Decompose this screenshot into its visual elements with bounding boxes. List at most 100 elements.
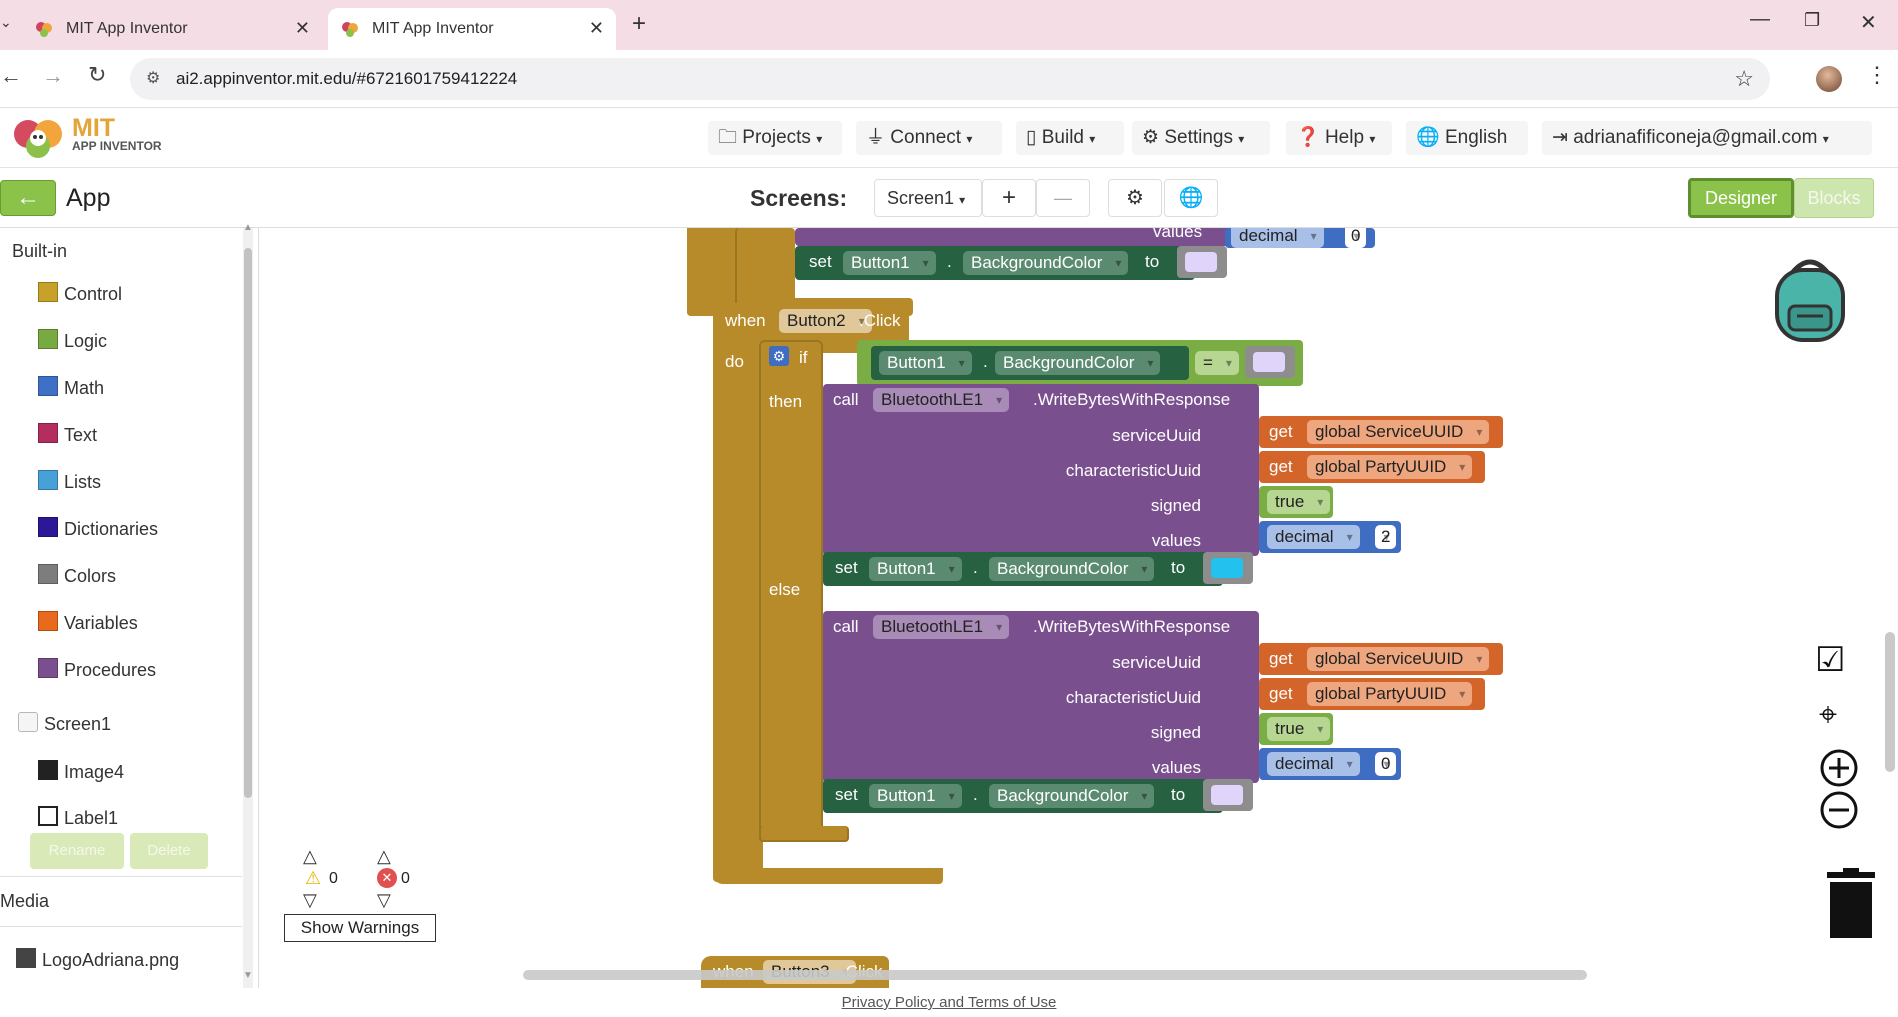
palette-category-procedures[interactable]: Procedures <box>38 658 156 684</box>
property-dropdown[interactable]: BackgroundColor <box>963 251 1129 275</box>
build-menu[interactable]: ▯ Build ▾ <box>1016 121 1124 155</box>
decimal-dropdown[interactable]: decimal <box>1267 525 1360 549</box>
get-variable-block[interactable]: get global PartyUUID <box>1259 678 1485 710</box>
media-item[interactable]: LogoAdriana.png <box>16 948 179 974</box>
minimize-icon[interactable]: — <box>1750 8 1770 31</box>
delete-button[interactable]: Delete <box>130 833 208 869</box>
math-decimal-block[interactable]: decimal 0 <box>1225 228 1375 248</box>
variable-dropdown[interactable]: global PartyUUID <box>1307 682 1473 706</box>
color-block[interactable] <box>1203 552 1253 584</box>
decimal-dropdown[interactable]: decimal <box>1231 228 1324 248</box>
button2-dropdown[interactable]: Button2 <box>779 309 872 333</box>
palette-category-logic[interactable]: Logic <box>38 329 107 355</box>
color-swatch-cyan[interactable] <box>1211 558 1243 578</box>
property-dropdown[interactable]: BackgroundColor <box>989 784 1155 808</box>
projects-menu[interactable]: 🗀 Projects ▾ <box>708 121 842 155</box>
language-menu[interactable]: 🌐 English ▾ <box>1406 121 1528 180</box>
color-swatch-white[interactable] <box>1211 785 1243 805</box>
close-window-icon[interactable]: ✕ <box>1860 10 1877 35</box>
help-menu[interactable]: ❓ Help ▾ <box>1286 121 1392 155</box>
url-field[interactable]: ⚙ ai2.appinventor.mit.edu/#6721601759412… <box>130 58 1770 100</box>
component-dropdown[interactable]: Button1 <box>869 557 962 581</box>
get-variable-block[interactable]: get global ServiceUUID <box>1259 643 1503 675</box>
back-icon[interactable]: ← <box>0 63 22 89</box>
color-block[interactable] <box>1203 779 1253 811</box>
get-variable-block[interactable]: get global ServiceUUID <box>1259 416 1503 448</box>
scroll-up-arrow-icon[interactable]: ▲ <box>243 222 253 233</box>
number-field[interactable]: 0 <box>1375 752 1397 776</box>
close-tab-icon[interactable]: ✕ <box>295 18 310 39</box>
palette-category-dictionaries[interactable]: Dictionaries <box>38 517 158 543</box>
set-background-block[interactable]: set Button1 . BackgroundColor to <box>795 246 1195 280</box>
remove-screen-button[interactable]: — <box>1036 179 1090 217</box>
tree-item-image4[interactable]: Image4 <box>38 760 124 786</box>
next-error-arrow-icon[interactable]: ▽ <box>377 890 391 911</box>
tab-list-chevron-icon[interactable]: ⌄ <box>0 14 12 31</box>
variable-dropdown[interactable]: global PartyUUID <box>1307 455 1473 479</box>
designer-button[interactable]: Designer <box>1688 178 1794 218</box>
restore-icon[interactable]: ❐ <box>1804 10 1820 31</box>
app-inventor-logo-icon[interactable] <box>10 112 68 162</box>
rename-button[interactable]: Rename <box>30 833 124 869</box>
logic-true-block[interactable]: true <box>1259 486 1333 518</box>
trash-can-icon[interactable] <box>1825 868 1877 940</box>
palette-category-text[interactable]: Text <box>38 423 97 449</box>
tree-item-screen1[interactable]: Screen1 <box>18 712 111 738</box>
ble-component-dropdown[interactable]: BluetoothLE1 <box>873 388 1010 412</box>
palette-category-variables[interactable]: Variables <box>38 611 138 637</box>
component-dropdown[interactable]: Button1 <box>879 351 972 375</box>
tree-item-label1[interactable]: Label1 <box>38 806 118 828</box>
if-block[interactable]: ⚙ if then else <box>759 340 823 840</box>
property-dropdown[interactable]: BackgroundColor <box>989 557 1155 581</box>
color-block[interactable] <box>1245 346 1295 378</box>
recenter-target-icon[interactable]: ⌖ <box>1819 696 1837 734</box>
zoom-in-icon[interactable] <box>1819 748 1859 788</box>
close-tab-icon[interactable]: ✕ <box>589 18 604 39</box>
variable-dropdown[interactable]: global ServiceUUID <box>1307 647 1490 671</box>
browser-tab-1[interactable]: MIT App Inventor ✕ <box>22 8 322 50</box>
decimal-dropdown[interactable]: decimal <box>1267 752 1360 776</box>
ble-component-dropdown[interactable]: BluetoothLE1 <box>873 615 1010 639</box>
previous-warning-arrow-icon[interactable]: △ <box>303 846 317 867</box>
blocks-button[interactable]: Blocks <box>1794 178 1874 218</box>
bookmark-star-icon[interactable]: ☆ <box>1734 58 1754 100</box>
color-swatch-white[interactable] <box>1253 352 1285 372</box>
number-field[interactable]: 2 <box>1375 525 1397 549</box>
back-to-projects-button[interactable]: ← <box>0 180 56 216</box>
previous-error-arrow-icon[interactable]: △ <box>377 846 391 867</box>
browser-tab-2-active[interactable]: MIT App Inventor ✕ <box>328 8 616 50</box>
add-screen-button[interactable]: + <box>982 179 1036 217</box>
new-tab-icon[interactable]: + <box>632 10 646 38</box>
preview-globe-button[interactable]: 🌐 <box>1164 179 1218 217</box>
color-swatch-white[interactable] <box>1185 252 1217 272</box>
forward-icon[interactable]: → <box>42 63 64 89</box>
variable-dropdown[interactable]: global ServiceUUID <box>1307 420 1490 444</box>
boolean-dropdown[interactable]: true <box>1267 717 1331 741</box>
privacy-policy-link[interactable]: Privacy Policy and Terms of Use <box>842 994 1057 1011</box>
palette-category-colors[interactable]: Colors <box>38 564 116 590</box>
call-write-bytes-block-else[interactable]: call BluetoothLE1 .WriteBytesWithRespons… <box>823 611 1259 783</box>
project-properties-button[interactable]: ⚙ <box>1108 179 1162 217</box>
math-decimal-block[interactable]: decimal 2 <box>1259 521 1401 553</box>
workspace-vertical-scrollbar[interactable] <box>1885 632 1895 772</box>
scroll-down-arrow-icon[interactable]: ▼ <box>243 970 253 981</box>
palette-scroll-thumb[interactable] <box>244 248 252 798</box>
math-decimal-block[interactable]: decimal 0 <box>1259 748 1401 780</box>
color-block[interactable] <box>1177 246 1227 278</box>
screen-selector[interactable]: Screen1 ▾ <box>874 179 982 217</box>
browser-menu-icon[interactable]: ⋮ <box>1866 62 1888 88</box>
palette-scrollbar[interactable]: ▲ ▼ <box>243 222 253 988</box>
profile-avatar[interactable] <box>1816 66 1842 92</box>
next-warning-arrow-icon[interactable]: ▽ <box>303 890 317 911</box>
get-variable-block[interactable]: get global PartyUUID <box>1259 451 1485 483</box>
cleanup-checkbox-icon[interactable]: ☑ <box>1815 640 1845 680</box>
blocks-workspace[interactable]: values decimal 0 set Button1 . Backgroun… <box>258 228 1898 988</box>
workspace-horizontal-scrollbar[interactable] <box>523 970 1587 980</box>
palette-category-control[interactable]: Control <box>38 282 122 308</box>
zoom-out-icon[interactable] <box>1819 790 1859 830</box>
set-background-block-then[interactable]: set Button1 . BackgroundColor to <box>823 552 1223 586</box>
compare-operator-dropdown[interactable]: = <box>1195 351 1239 375</box>
set-background-block-else[interactable]: set Button1 . BackgroundColor to <box>823 779 1223 813</box>
palette-category-lists[interactable]: Lists <box>38 470 101 496</box>
account-menu[interactable]: ⇥ adrianafificoneja@gmail.com ▾ <box>1542 121 1872 155</box>
